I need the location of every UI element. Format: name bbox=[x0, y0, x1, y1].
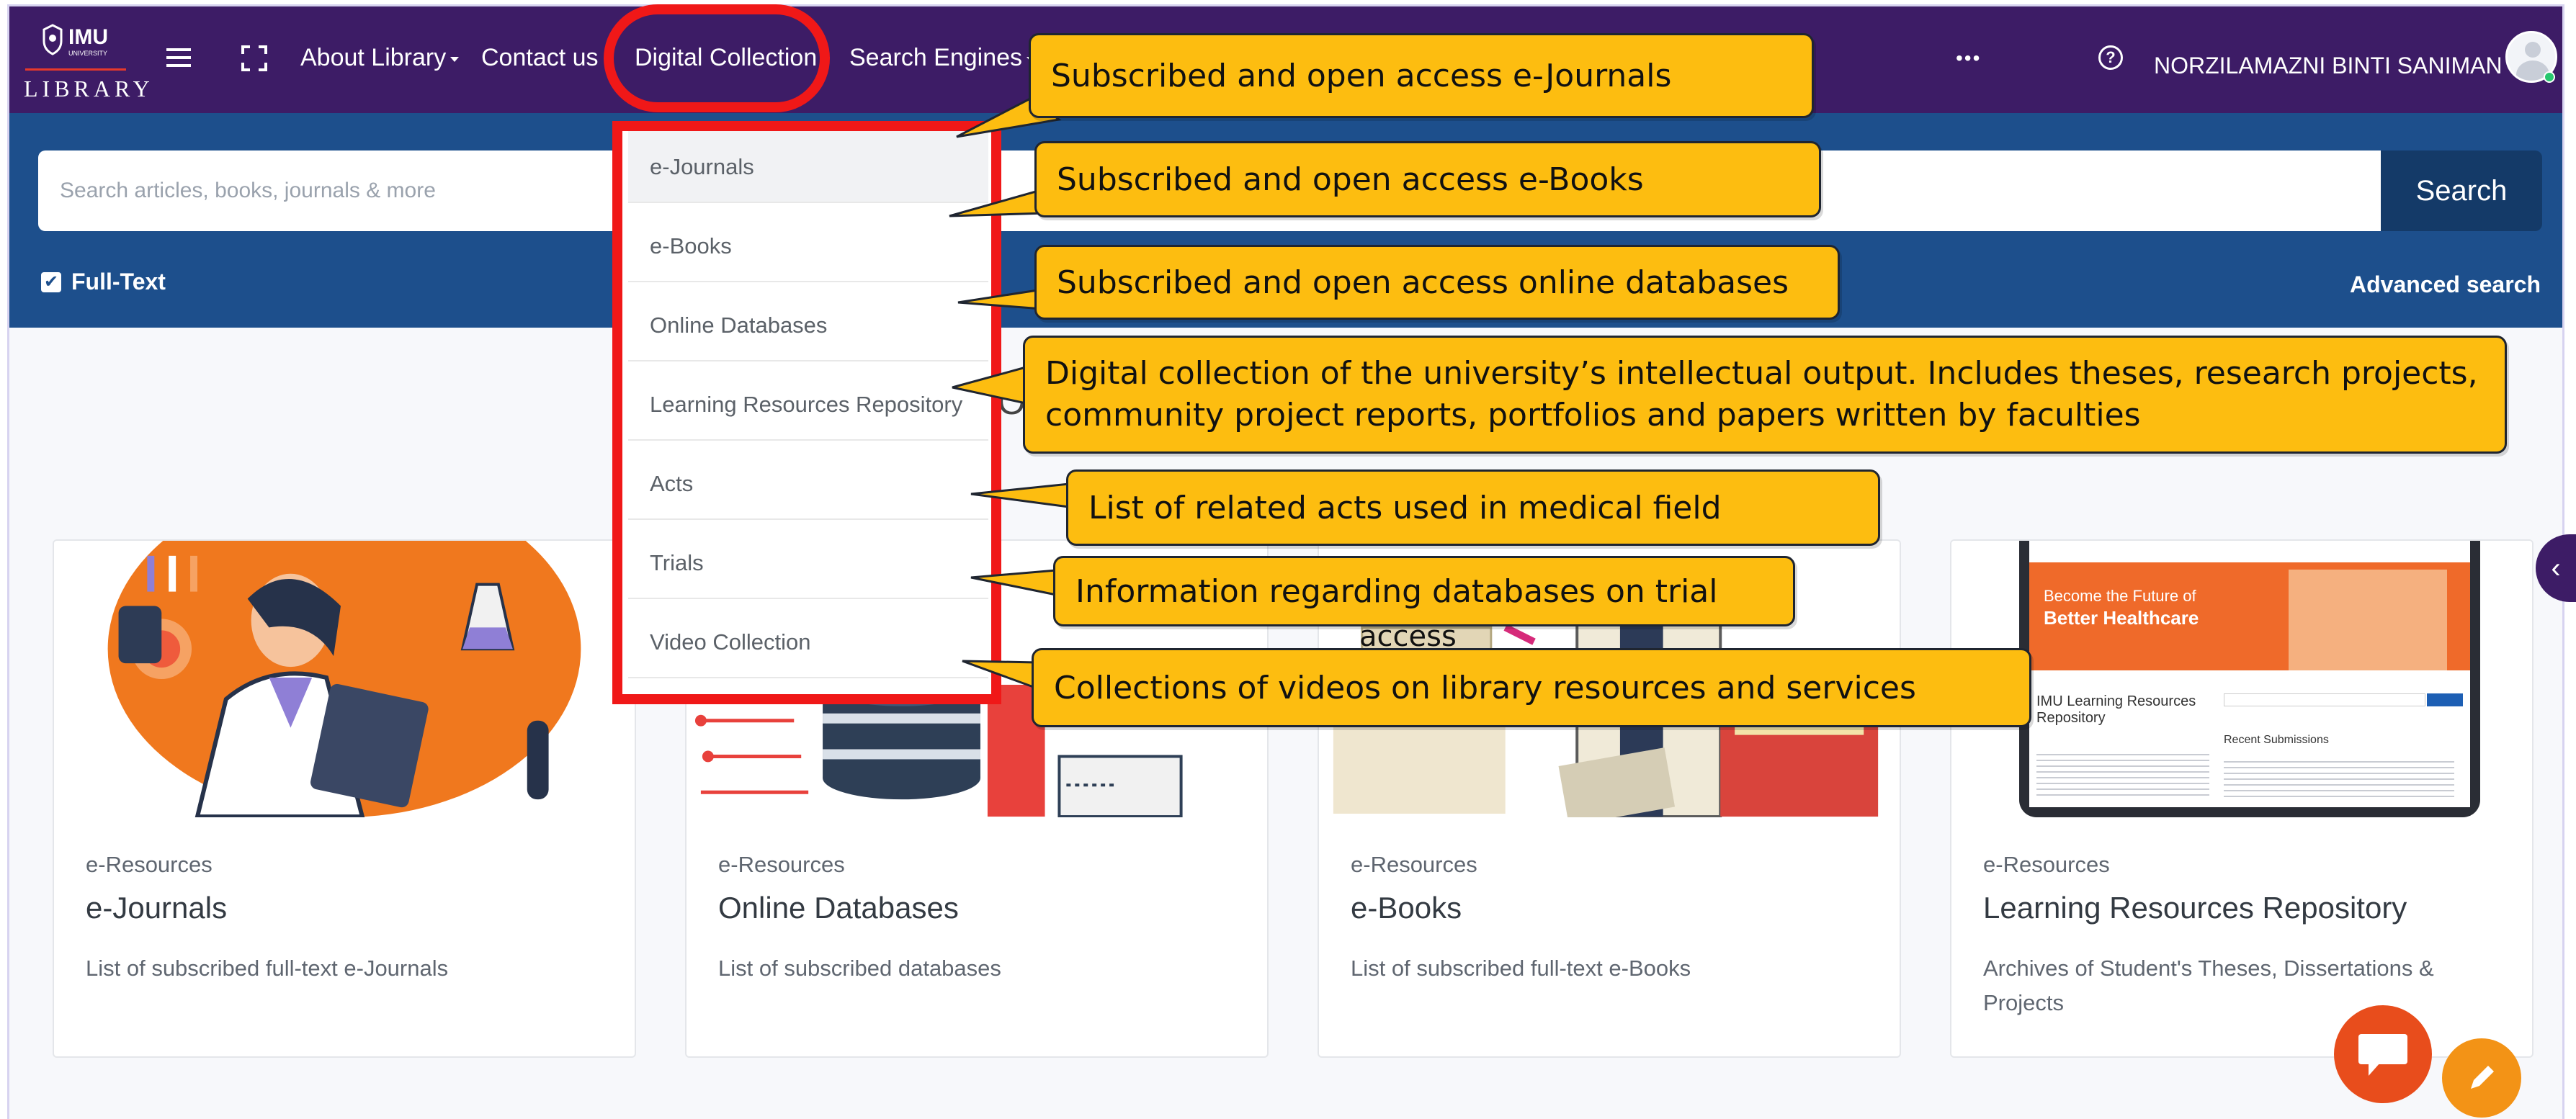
nav-contact-us-label: Contact us bbox=[481, 44, 599, 71]
card-title[interactable]: Online Databases bbox=[718, 891, 959, 925]
card-title[interactable]: e-Books bbox=[1351, 891, 1462, 925]
card-e-journals[interactable]: e-Resources e-Journals List of subscribe… bbox=[53, 539, 636, 1058]
banner-line1: Become the Future of bbox=[2044, 587, 2196, 605]
callout-trials: Information regarding databases on trial bbox=[1053, 556, 1795, 626]
logo-divider bbox=[25, 68, 126, 71]
dropdown-item-learning-resources-repository[interactable]: Learning Resources Repository bbox=[628, 369, 988, 441]
nav-about-library-label: About Library bbox=[300, 44, 447, 71]
chevron-down-icon bbox=[450, 56, 460, 62]
user-name[interactable]: NORZILAMAZNI BINTI SANIMAN bbox=[2154, 53, 2503, 79]
e-journals-illustration bbox=[54, 541, 635, 817]
avatar-head bbox=[2525, 42, 2541, 58]
card-description: List of subscribed databases bbox=[718, 956, 1001, 981]
text-lines bbox=[2224, 757, 2454, 800]
chat-button[interactable] bbox=[2334, 1005, 2432, 1103]
nav-search-engines-label: Search Engines bbox=[849, 44, 1023, 71]
logo-library-text: LIBRARY bbox=[24, 76, 154, 102]
dropdown-item-e-journals[interactable]: e-Journals bbox=[628, 131, 988, 203]
callout-online-databases: Subscribed and open access online databa… bbox=[1034, 245, 1840, 320]
more-options-icon[interactable]: ••• bbox=[1956, 47, 1981, 70]
nav-search-engines[interactable]: Search Engines bbox=[849, 44, 1036, 72]
card-category: e-Resources bbox=[1983, 852, 2110, 877]
card-category: e-Resources bbox=[1351, 852, 1477, 877]
crest-icon bbox=[43, 24, 63, 55]
mini-search bbox=[2224, 693, 2425, 706]
nav-contact-us[interactable]: Contact us bbox=[481, 44, 599, 72]
chat-bubble-icon bbox=[2358, 1034, 2407, 1076]
edit-button[interactable] bbox=[2442, 1038, 2521, 1118]
card-description: List of subscribed full-text e-Journals bbox=[86, 956, 449, 981]
nav-about-library[interactable]: About Library bbox=[300, 44, 460, 72]
dropdown-item-e-books[interactable]: e-Books bbox=[628, 210, 988, 282]
text-lines bbox=[2036, 750, 2209, 800]
chevron-left-icon: ‹ bbox=[2551, 552, 2561, 584]
hamburger-menu-icon[interactable] bbox=[166, 47, 191, 68]
dropdown-item-online-databases[interactable]: Online Databases bbox=[628, 289, 988, 361]
imu-library-logo[interactable]: IMU UNIVERSITY LIBRARY bbox=[21, 24, 150, 103]
fullscreen-icon[interactable] bbox=[241, 45, 267, 71]
callout-acts: List of related acts used in medical fie… bbox=[1066, 469, 1880, 546]
highlight-circle bbox=[604, 4, 830, 112]
help-icon[interactable]: ? bbox=[2098, 45, 2123, 70]
callout-video-collection: Collections of videos on library resourc… bbox=[1032, 648, 2031, 727]
partial-heading: O bbox=[998, 382, 1026, 422]
online-status-dot bbox=[2544, 71, 2555, 83]
checkbox-checked-icon: ✔ bbox=[41, 271, 61, 292]
card-title[interactable]: Learning Resources Repository bbox=[1983, 891, 2407, 925]
card-category: e-Resources bbox=[86, 852, 213, 877]
search-button[interactable]: Search bbox=[2381, 150, 2542, 231]
pencil-icon bbox=[2471, 1066, 2494, 1089]
callout-learning-resources-repository: Digital collection of the university’s i… bbox=[1023, 336, 2507, 454]
mini-search-button bbox=[2427, 693, 2463, 706]
students-photo bbox=[2289, 570, 2447, 670]
card-learning-resources-repository[interactable]: Become the Future of Better Healthcare I… bbox=[1950, 539, 2533, 1058]
card-description: Archives of Student's Theses, Dissertati… bbox=[1983, 956, 2434, 1015]
dropdown-item-trials[interactable]: Trials bbox=[628, 527, 988, 599]
advanced-search-link[interactable]: Advanced search bbox=[2350, 271, 2541, 298]
callout-e-books: Subscribed and open access e-Books bbox=[1034, 141, 1821, 217]
dropdown-item-video-collection[interactable]: Video Collection bbox=[628, 606, 988, 678]
fulltext-checkbox[interactable]: ✔ Full-Text bbox=[41, 269, 166, 295]
callout-e-journals: Subscribed and open access e-Journals bbox=[1029, 33, 1814, 118]
dropdown-item-acts[interactable]: Acts bbox=[628, 448, 988, 520]
fulltext-label: Full-Text bbox=[71, 269, 166, 295]
banner-line2: Better Healthcare bbox=[2044, 607, 2199, 629]
device-screen: Become the Future of Better Healthcare I… bbox=[2029, 541, 2470, 807]
repo-title: IMU Learning Resources Repository bbox=[2036, 693, 2196, 726]
card-category: e-Resources bbox=[718, 852, 845, 877]
recent-submissions: Recent Submissions bbox=[2224, 734, 2329, 746]
repository-screenshot-thumbnail: Become the Future of Better Healthcare I… bbox=[1951, 541, 2532, 817]
card-title[interactable]: e-Journals bbox=[86, 891, 227, 925]
logo-university-text: UNIVERSITY bbox=[68, 50, 108, 57]
card-description: List of subscribed full-text e-Books bbox=[1351, 956, 1691, 981]
logo-imu-text: IMU bbox=[68, 25, 108, 49]
